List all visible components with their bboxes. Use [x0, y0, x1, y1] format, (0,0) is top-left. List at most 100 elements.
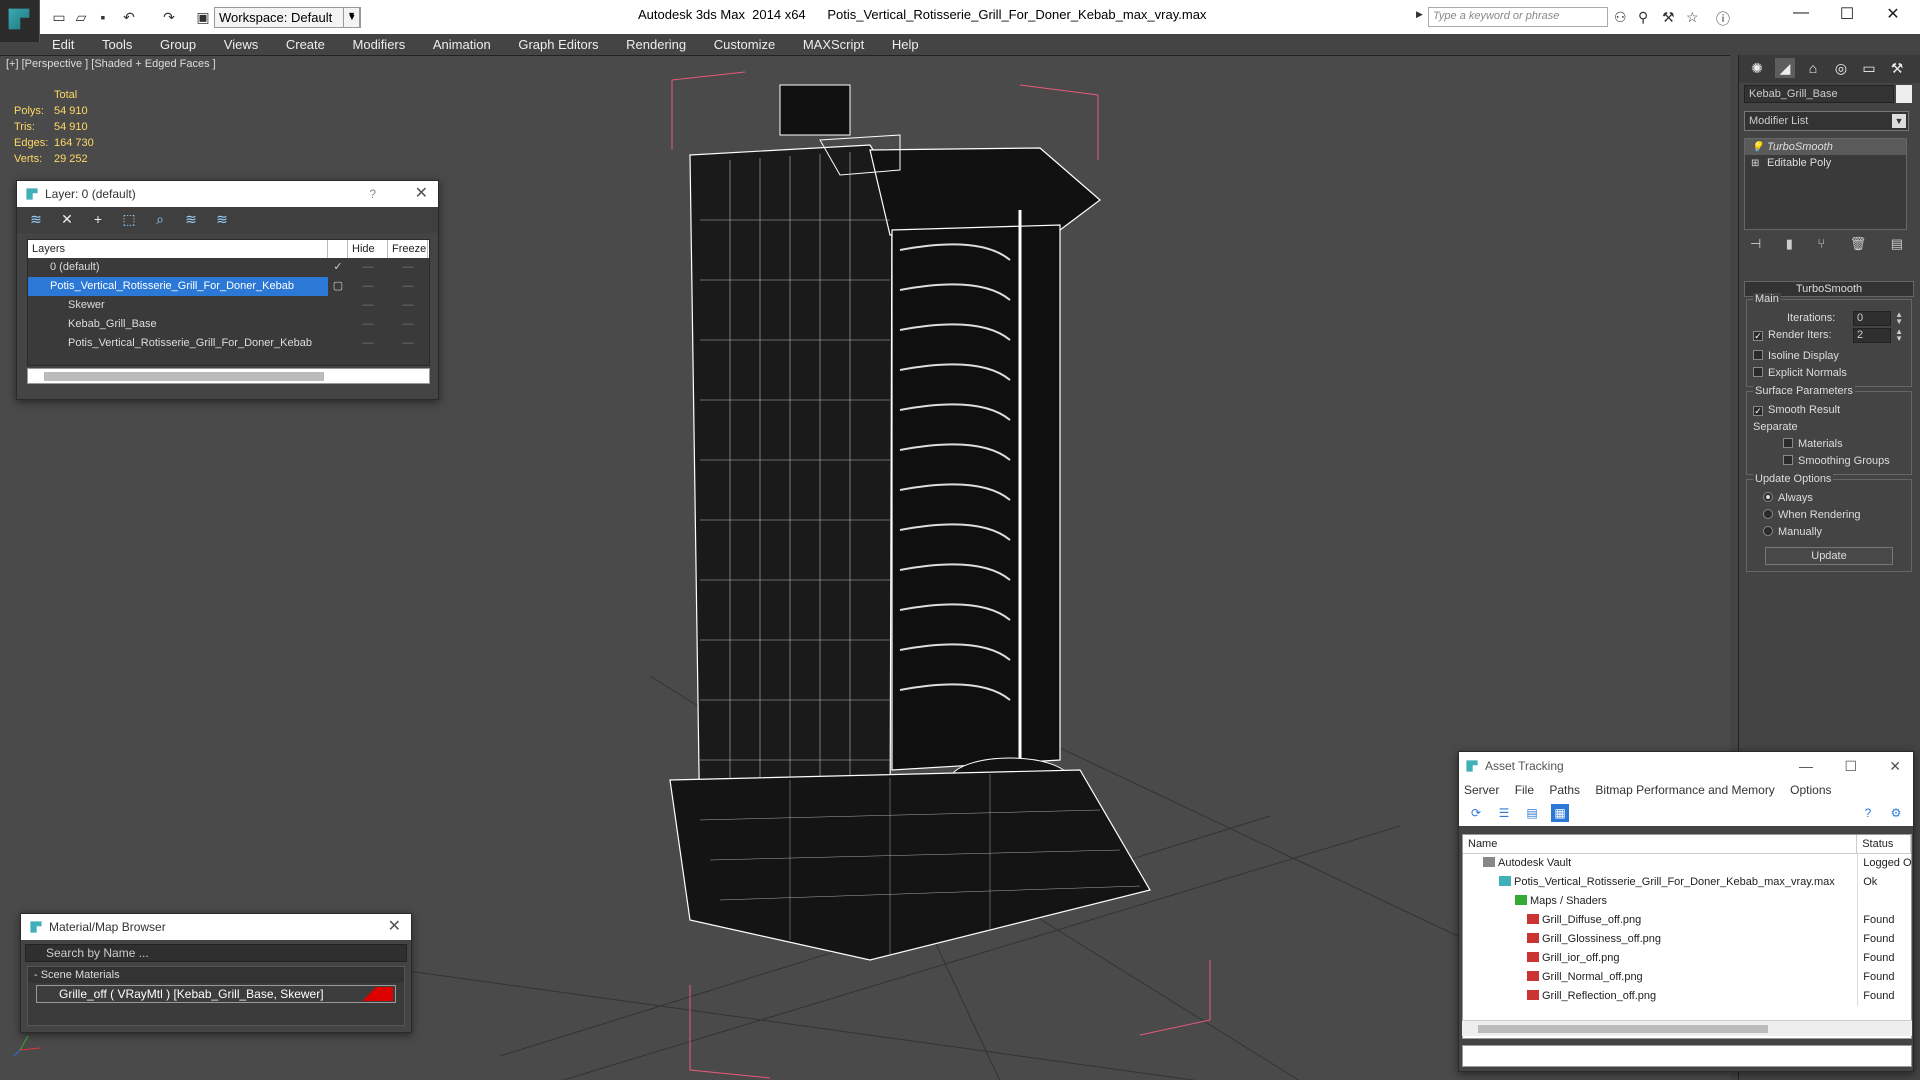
- utilities-tab-icon[interactable]: ⚒: [1887, 58, 1907, 78]
- menu-bitmap-performance[interactable]: Bitmap Performance and Memory: [1595, 783, 1774, 797]
- modify-tab-icon[interactable]: ◢: [1775, 58, 1795, 78]
- render-iters-spinner[interactable]: 2: [1853, 328, 1891, 343]
- asset-row[interactable]: Autodesk Vault Logged Or: [1463, 854, 1911, 873]
- subscription-icon[interactable]: ⚒: [1662, 9, 1675, 26]
- object-name-field[interactable]: Kebab_Grill_Base: [1744, 85, 1894, 103]
- menu-options[interactable]: Options: [1790, 783, 1831, 797]
- search-expand-icon[interactable]: ▶: [1416, 9, 1423, 20]
- layer-panel-titlebar[interactable]: Layer: 0 (default) ? ✕: [17, 181, 438, 207]
- grid-view-icon[interactable]: ▦: [1551, 804, 1569, 822]
- settings-icon[interactable]: ⚙: [1887, 804, 1905, 822]
- object-row[interactable]: Potis_Vertical_Rotisserie_Grill_For_Done…: [28, 334, 429, 353]
- menu-help[interactable]: Help: [880, 34, 931, 54]
- save-file-icon[interactable]: ▪: [94, 8, 112, 26]
- menu-tools[interactable]: Tools: [90, 34, 144, 54]
- when-rendering-radio[interactable]: [1763, 509, 1773, 519]
- hierarchy-tab-icon[interactable]: ⌂: [1803, 58, 1823, 78]
- select-objects-icon[interactable]: ⬚: [120, 211, 138, 229]
- object-row[interactable]: Kebab_Grill_Base — —: [28, 315, 429, 334]
- rotisserie-grill-model[interactable]: [540, 60, 1300, 1080]
- asset-horizontal-scrollbar[interactable]: [1462, 1020, 1912, 1036]
- minimize-icon[interactable]: —: [1799, 752, 1813, 780]
- object-color-swatch[interactable]: [1896, 85, 1912, 103]
- help-icon[interactable]: ?: [1859, 804, 1877, 822]
- layer-row[interactable]: 0 (default) ✓ — —: [28, 258, 429, 277]
- smooth-result-checkbox[interactable]: ✓: [1753, 406, 1763, 416]
- asset-row[interactable]: Grill_Reflection_off.png Found: [1463, 987, 1911, 1006]
- workspace-menu-button[interactable]: ▼: [343, 7, 361, 28]
- close-icon[interactable]: ✕: [415, 181, 428, 207]
- asset-row[interactable]: Maps / Shaders: [1463, 892, 1911, 911]
- maximize-icon[interactable]: ☐: [1844, 752, 1857, 780]
- scrollbar-thumb[interactable]: [1478, 1025, 1768, 1033]
- materials-checkbox[interactable]: [1783, 438, 1793, 448]
- column-layers[interactable]: Layers: [28, 240, 328, 258]
- column-status[interactable]: Status: [1857, 835, 1911, 853]
- lightbulb-icon[interactable]: 💡: [1751, 140, 1763, 156]
- modifier-list-dropdown[interactable]: Modifier List ▼: [1744, 111, 1909, 131]
- help-icon[interactable]: ⓘ: [1716, 9, 1730, 29]
- asset-row[interactable]: Grill_Diffuse_off.png Found: [1463, 911, 1911, 930]
- favorites-star-icon[interactable]: ☆: [1686, 9, 1699, 26]
- make-unique-icon[interactable]: ⑂: [1817, 236, 1825, 256]
- undo-icon[interactable]: ↶: [120, 8, 138, 26]
- menu-server[interactable]: Server: [1464, 783, 1499, 797]
- menu-views[interactable]: Views: [212, 34, 270, 54]
- close-icon[interactable]: ✕: [1876, 4, 1910, 26]
- material-item[interactable]: Grille_off ( VRayMtl ) [Kebab_Grill_Base…: [36, 985, 396, 1003]
- asset-row[interactable]: Grill_Normal_off.png Found: [1463, 968, 1911, 987]
- open-file-icon[interactable]: ▱: [72, 8, 90, 26]
- column-freeze[interactable]: Freeze: [388, 240, 428, 258]
- menu-rendering[interactable]: Rendering: [614, 34, 698, 54]
- menu-create[interactable]: Create: [274, 34, 337, 54]
- menu-modifiers[interactable]: Modifiers: [341, 34, 418, 54]
- table-view-icon[interactable]: ▤: [1523, 804, 1541, 822]
- hide-toggle[interactable]: —: [348, 315, 388, 334]
- layer-horizontal-scrollbar[interactable]: [27, 368, 430, 384]
- refresh-icon[interactable]: ⟳: [1467, 804, 1485, 822]
- menu-animation[interactable]: Animation: [421, 34, 503, 54]
- column-hide[interactable]: Hide: [348, 240, 388, 258]
- material-search-input[interactable]: Search by Name ...: [25, 944, 407, 962]
- display-tab-icon[interactable]: ▭: [1859, 58, 1879, 78]
- configure-modifier-sets-icon[interactable]: ▤: [1891, 236, 1903, 256]
- viewport-label[interactable]: [+] [Perspective ] [Shaded + Edged Faces…: [6, 58, 216, 70]
- communication-center-icon[interactable]: ⚲: [1638, 9, 1648, 26]
- expand-plus-icon[interactable]: ⊞: [1751, 156, 1759, 172]
- asset-tracking-titlebar[interactable]: Asset Tracking — ☐ ✕: [1459, 752, 1913, 780]
- show-end-result-icon[interactable]: ▮: [1786, 236, 1793, 256]
- menu-group[interactable]: Group: [148, 34, 208, 54]
- stack-item-editable-poly[interactable]: ⊞ Editable Poly: [1745, 155, 1906, 171]
- create-layer-icon[interactable]: ≋: [27, 211, 45, 229]
- list-view-icon[interactable]: ☰: [1495, 804, 1513, 822]
- workspace-dropdown[interactable]: Workspace: Default ▼: [214, 7, 360, 28]
- close-icon[interactable]: ✕: [1889, 752, 1901, 780]
- asset-row[interactable]: Grill_ior_off.png Found: [1463, 949, 1911, 968]
- highlight-layer-icon[interactable]: ⌕: [151, 211, 169, 229]
- motion-tab-icon[interactable]: ◎: [1831, 58, 1851, 78]
- object-row[interactable]: Skewer — —: [28, 296, 429, 315]
- asset-row[interactable]: Potis_Vertical_Rotisserie_Grill_For_Done…: [1463, 873, 1911, 892]
- create-tab-icon[interactable]: ✺: [1747, 58, 1767, 78]
- help-icon[interactable]: ?: [369, 181, 376, 207]
- redo-icon[interactable]: ↷: [160, 8, 178, 26]
- minimize-icon[interactable]: —: [1784, 4, 1818, 26]
- menu-maxscript[interactable]: MAXScript: [791, 34, 876, 54]
- freeze-toggle[interactable]: —: [388, 334, 428, 353]
- remove-modifier-icon[interactable]: 🗑: [1850, 236, 1867, 256]
- binoculars-icon[interactable]: ⚇: [1614, 9, 1627, 26]
- asset-path-field[interactable]: [1462, 1045, 1912, 1067]
- smoothing-groups-checkbox[interactable]: [1783, 455, 1793, 465]
- always-radio[interactable]: [1763, 492, 1773, 502]
- scene-materials-category[interactable]: - Scene Materials: [28, 967, 404, 983]
- hide-all-layers-icon[interactable]: ≋: [182, 211, 200, 229]
- freeze-toggle[interactable]: —: [388, 296, 428, 315]
- pin-stack-icon[interactable]: ⊣: [1750, 236, 1761, 256]
- freeze-toggle[interactable]: —: [388, 277, 428, 296]
- menu-paths[interactable]: Paths: [1549, 783, 1580, 797]
- render-iters-checkbox[interactable]: ✓: [1753, 331, 1763, 341]
- maximize-icon[interactable]: ☐: [1830, 4, 1864, 26]
- column-name[interactable]: Name: [1463, 835, 1858, 853]
- menu-graph-editors[interactable]: Graph Editors: [506, 34, 610, 54]
- freeze-toggle[interactable]: —: [388, 315, 428, 334]
